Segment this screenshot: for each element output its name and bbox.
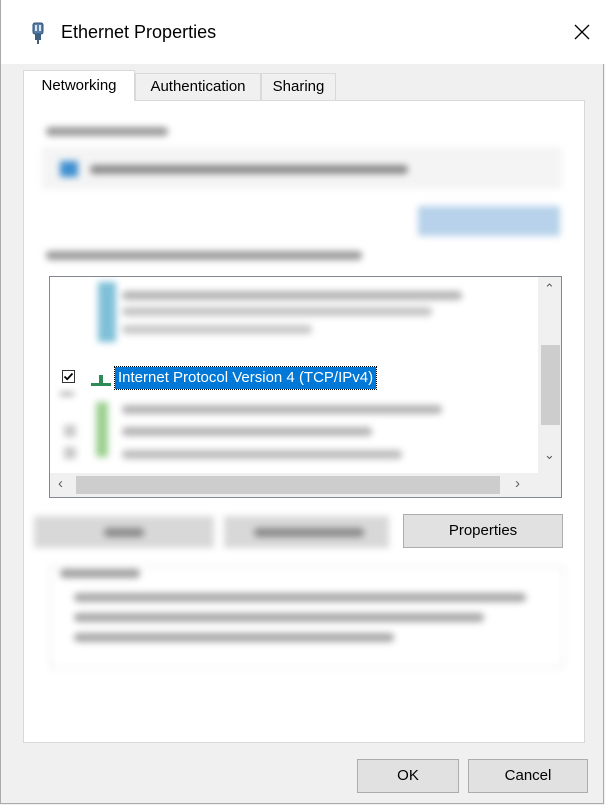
ipv4-item-label[interactable]: Internet Protocol Version 4 (TCP/IPv4) bbox=[113, 366, 378, 390]
scroll-left-icon[interactable]: ‹ bbox=[58, 475, 63, 492]
scroll-up-icon[interactable]: ⌃ bbox=[544, 281, 555, 297]
close-button[interactable] bbox=[566, 16, 598, 48]
tab-networking[interactable]: Networking bbox=[23, 70, 135, 101]
tab-sharing[interactable]: Sharing bbox=[261, 73, 336, 100]
component-list[interactable]: Internet Protocol Version 4 (TCP/IPv4) ⌃… bbox=[49, 276, 562, 498]
scroll-down-icon[interactable]: ⌄ bbox=[544, 447, 555, 463]
networking-panel: Internet Protocol Version 4 (TCP/IPv4) ⌃… bbox=[23, 100, 585, 743]
ok-button[interactable]: OK bbox=[357, 759, 459, 793]
cancel-button[interactable]: Cancel bbox=[468, 759, 588, 793]
ipv4-checkbox[interactable] bbox=[62, 370, 75, 383]
ethernet-adapter-icon bbox=[32, 22, 44, 44]
ethernet-properties-dialog: Ethernet Properties Networking Authentic… bbox=[0, 0, 605, 804]
properties-button[interactable]: Properties bbox=[403, 514, 563, 548]
checkmark-icon bbox=[63, 372, 74, 381]
network-protocol-icon bbox=[91, 375, 111, 386]
scroll-right-icon[interactable]: › bbox=[515, 475, 520, 492]
title-bar: Ethernet Properties bbox=[1, 0, 605, 64]
vertical-scrollbar[interactable]: ⌃ ⌄ bbox=[538, 277, 561, 473]
horizontal-scroll-thumb[interactable] bbox=[76, 476, 500, 494]
horizontal-scrollbar[interactable]: ‹ › bbox=[50, 473, 561, 497]
vertical-scroll-thumb[interactable] bbox=[541, 345, 560, 425]
window-title: Ethernet Properties bbox=[61, 22, 217, 42]
close-icon bbox=[574, 24, 590, 40]
scrollbar-corner bbox=[538, 473, 561, 497]
tab-authentication[interactable]: Authentication bbox=[135, 73, 261, 100]
